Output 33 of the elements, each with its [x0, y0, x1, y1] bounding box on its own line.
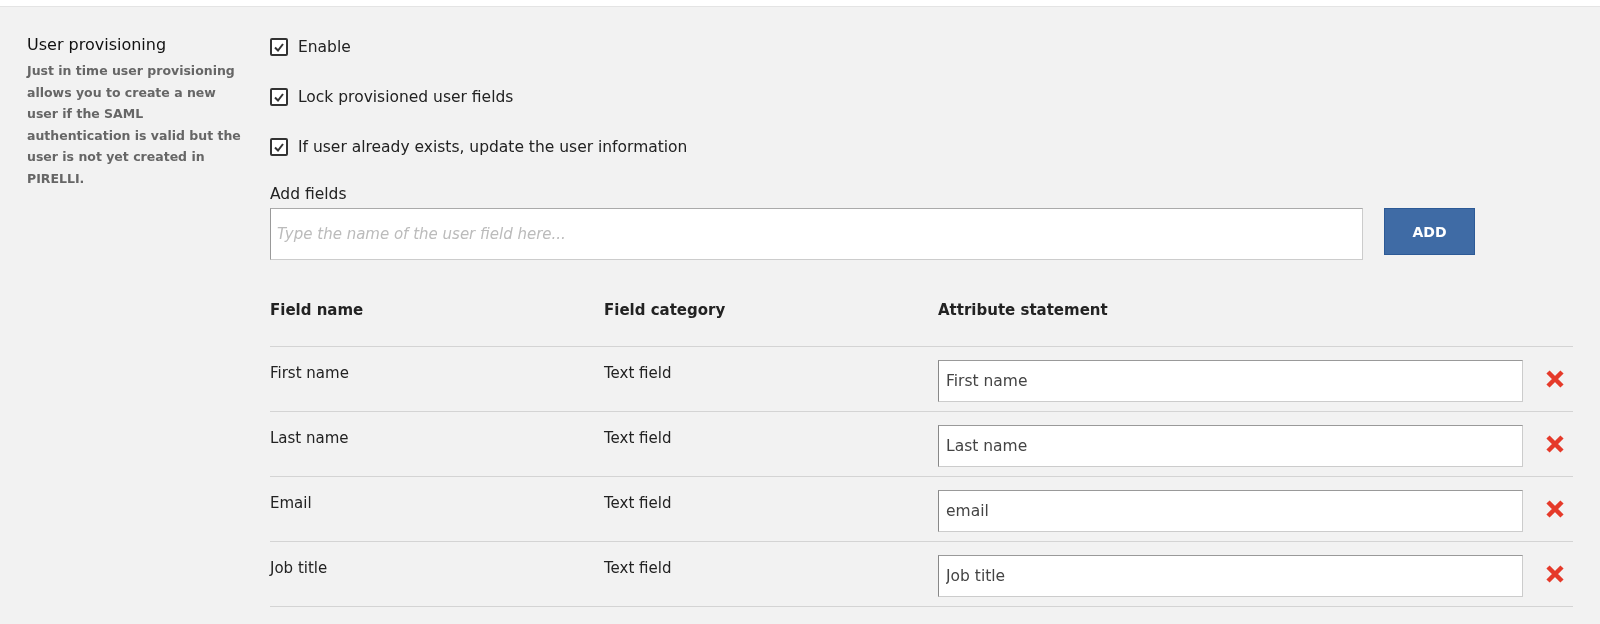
column-header: Attribute statement	[938, 301, 1109, 319]
column-header: Field name	[270, 301, 365, 319]
close-icon	[1545, 499, 1565, 519]
check-icon	[274, 92, 284, 102]
close-icon	[1545, 434, 1565, 454]
input-field[interactable]: Type the name of the user field here...	[270, 208, 1363, 260]
column-header: Field category	[604, 301, 727, 319]
field-label: Add fields	[270, 185, 348, 203]
close-icon	[1545, 369, 1565, 389]
close-icon	[1545, 564, 1565, 584]
table-cell-text: Text field	[604, 428, 673, 447]
checkbox[interactable]	[270, 138, 288, 156]
checkbox-label: Lock provisioned user fields	[298, 88, 514, 106]
section-description: Just in time user provisioning allows you to create a new user if the SAML authentication is valid but the user is not yet created in PIRELLI.	[27, 62, 242, 188]
add-button[interactable]: ADD	[1384, 208, 1475, 255]
table-cell-text: Job title	[270, 558, 329, 577]
table-cell-text: Email	[270, 493, 313, 512]
checkbox[interactable]	[270, 88, 288, 106]
check-icon	[274, 42, 284, 52]
checkbox-label: If user already exists, update the user information	[298, 138, 688, 156]
input-field[interactable]: First name	[938, 360, 1523, 402]
input-field[interactable]: email	[938, 490, 1523, 532]
table-cell-text: Text field	[604, 493, 673, 512]
section-title: User provisioning	[27, 35, 168, 54]
checkbox[interactable]	[270, 38, 288, 56]
table-cell-text: Last name	[270, 428, 350, 447]
table-cell-text: First name	[270, 363, 350, 382]
input-field[interactable]: Last name	[938, 425, 1523, 467]
table-cell-text: Text field	[604, 363, 673, 382]
input-field[interactable]: Job title	[938, 555, 1523, 597]
check-icon	[274, 142, 284, 152]
checkbox-label: Enable	[298, 38, 351, 56]
table-cell-text: Text field	[604, 558, 673, 577]
